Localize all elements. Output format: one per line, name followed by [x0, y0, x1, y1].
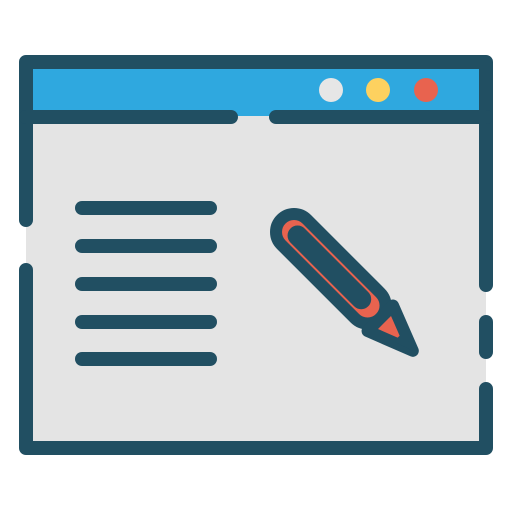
browser-window-edit-icon [19, 55, 493, 455]
window-button-white [319, 78, 343, 102]
icon-canvas [0, 0, 512, 512]
window-button-yellow [366, 78, 390, 102]
window-controls [319, 78, 438, 102]
window-button-red [414, 78, 438, 102]
